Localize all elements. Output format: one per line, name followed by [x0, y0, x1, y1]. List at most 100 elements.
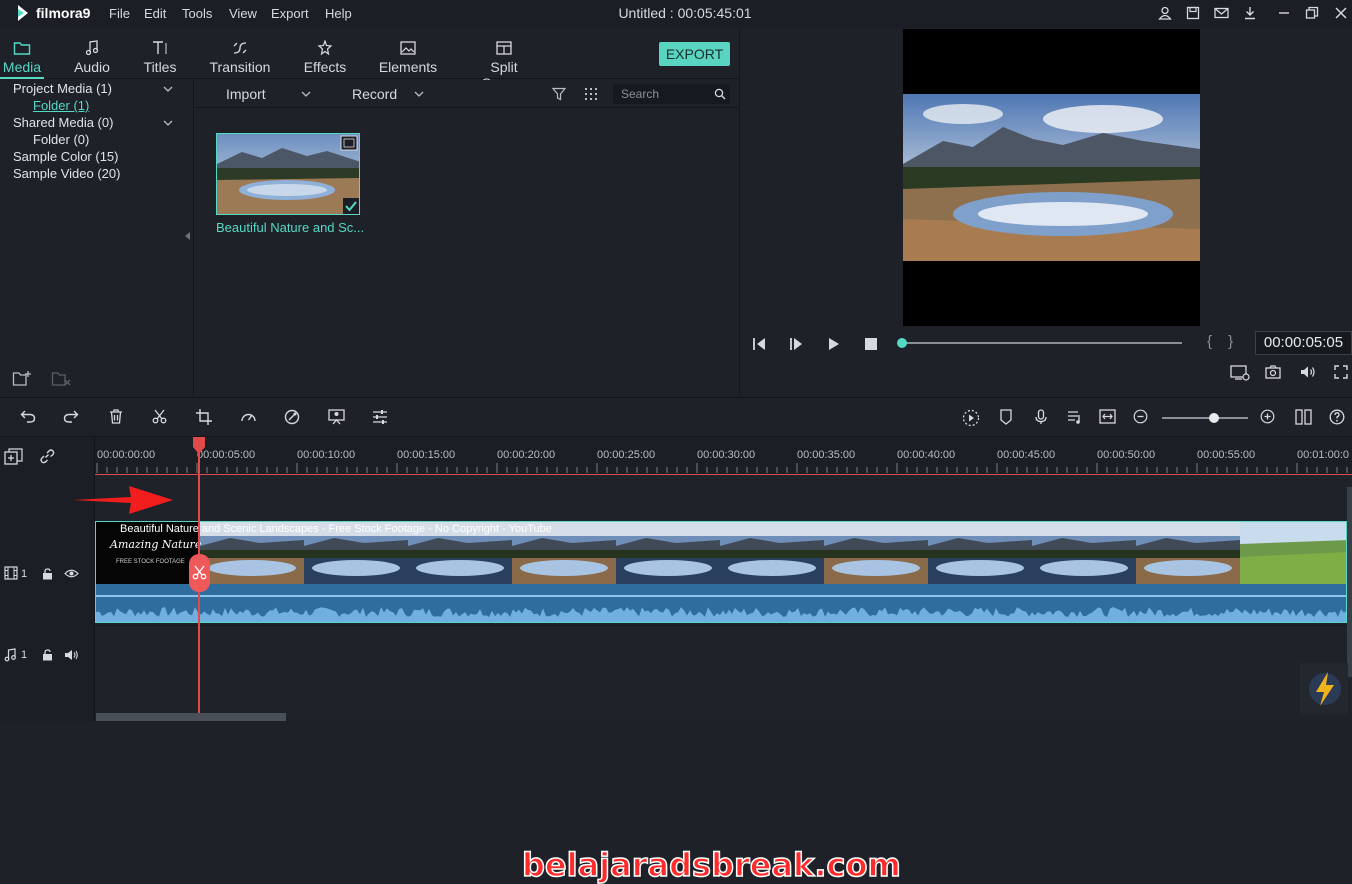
zoom-in-icon[interactable] [1260, 409, 1275, 424]
add-track-icon[interactable] [4, 448, 23, 465]
search-icon[interactable] [714, 88, 726, 100]
chevron-down-icon[interactable] [300, 90, 312, 98]
tab-split-screen[interactable]: Split Screen [468, 28, 540, 91]
delete-folder-icon[interactable] [51, 369, 71, 387]
zoom-out-icon[interactable] [1133, 409, 1148, 424]
user-icon[interactable] [1158, 6, 1172, 20]
audio-track[interactable]: belajaradsbreak.com [95, 625, 1352, 884]
tab-titles[interactable]: Titles [138, 28, 182, 79]
tab-transition[interactable]: Transition [206, 28, 274, 79]
title-t-icon [153, 41, 167, 54]
timeline-panel: 1 1 00:00:00:00 00:00:05:00 00:00:10:00 … [0, 437, 1352, 884]
speed-icon[interactable] [240, 409, 257, 424]
scissors-icon[interactable] [152, 409, 167, 424]
search-input[interactable]: Search [613, 84, 730, 104]
video-clip-title: Beautiful Nature and Scenic Landscapes -… [120, 523, 552, 535]
chevron-down-icon[interactable] [162, 119, 174, 127]
ruler-label: 00:00:55:00 [1197, 449, 1256, 461]
voiceover-mixer-icon[interactable] [1067, 409, 1083, 425]
split-scissors-button[interactable] [189, 554, 210, 592]
undo-icon[interactable] [20, 409, 36, 423]
video-track-number: 1 [21, 568, 28, 580]
media-item-caption[interactable]: Beautiful Nature and Sc... [216, 220, 364, 235]
tab-effects[interactable]: Effects [300, 28, 350, 79]
camera-snapshot-icon[interactable] [1265, 365, 1281, 379]
fit-timeline-icon[interactable] [1099, 409, 1116, 424]
zoom-slider-track[interactable] [1162, 417, 1248, 419]
ruler-label: 00:00:25:00 [597, 449, 656, 461]
render-preview-icon[interactable] [962, 409, 980, 427]
display-settings-icon[interactable] [1230, 365, 1250, 381]
restore-icon[interactable] [1305, 6, 1319, 20]
tab-elements[interactable]: Elements [378, 28, 438, 79]
tab-audio[interactable]: Audio [66, 28, 118, 79]
intro-subtitle-text: FREE STOCK FOOTAGE [116, 559, 185, 565]
tab-transition-label: Transition [209, 59, 271, 75]
link-icon[interactable] [39, 448, 55, 464]
tab-media[interactable]: Media [0, 28, 44, 79]
ruler-label: 00:00:10:00 [297, 449, 356, 461]
play-icon[interactable] [827, 337, 841, 351]
tree-sample-color[interactable]: Sample Color (15) [13, 149, 119, 164]
menu-edit[interactable]: Edit [144, 6, 166, 21]
collapse-arrow-icon[interactable] [185, 232, 191, 240]
crop-icon[interactable] [196, 409, 212, 425]
media-bin-toolbar: Import Record Search [195, 80, 738, 108]
speaker-icon[interactable] [64, 649, 79, 661]
save-icon[interactable] [1186, 6, 1200, 20]
filmora-logo-icon [18, 5, 28, 21]
marker-icon[interactable] [999, 409, 1013, 425]
menu-file[interactable]: File [109, 6, 130, 21]
download-icon[interactable] [1243, 6, 1257, 20]
ruler-label: 00:01:00:0 [1297, 449, 1349, 461]
record-dropdown[interactable]: Record [352, 86, 397, 102]
new-folder-icon[interactable] [12, 369, 32, 387]
time-ruler[interactable]: 00:00:00:00 00:00:05:00 00:00:10:00 00:0… [95, 437, 1352, 475]
media-thumbnail[interactable] [216, 133, 360, 215]
tree-shared-media[interactable]: Shared Media (0) [13, 115, 113, 130]
fullscreen-icon[interactable] [1334, 365, 1348, 379]
playback-progress-handle[interactable] [897, 338, 907, 348]
lock-icon[interactable] [42, 568, 53, 580]
eye-icon[interactable] [64, 568, 79, 579]
chevron-down-icon[interactable] [413, 90, 425, 98]
horizontal-scrollbar[interactable] [96, 713, 286, 721]
mail-icon[interactable] [1214, 6, 1229, 20]
help-icon[interactable] [1329, 409, 1345, 425]
menu-view[interactable]: View [229, 6, 257, 21]
microphone-icon[interactable] [1034, 409, 1048, 425]
close-icon[interactable] [1334, 6, 1348, 20]
chevron-down-icon[interactable] [162, 85, 174, 93]
vertical-scrollbar[interactable] [1347, 487, 1352, 677]
empty-track-area[interactable] [73, 475, 1352, 521]
menu-tools[interactable]: Tools [182, 6, 212, 21]
grid-view-icon[interactable] [584, 87, 598, 101]
audio-adjust-icon[interactable] [372, 409, 388, 425]
next-frame-icon[interactable] [789, 337, 805, 351]
filter-icon[interactable] [552, 87, 566, 101]
redo-icon[interactable] [63, 409, 79, 423]
mark-in-out-icons[interactable]: { } [1207, 333, 1239, 350]
tree-sample-video[interactable]: Sample Video (20) [13, 166, 120, 181]
tree-project-media[interactable]: Project Media (1) [13, 81, 112, 96]
preview-screen [903, 29, 1200, 326]
volume-icon[interactable] [1300, 365, 1316, 379]
zoom-slider-handle[interactable] [1209, 413, 1220, 423]
stop-icon[interactable] [864, 337, 878, 351]
color-icon[interactable] [284, 409, 300, 425]
import-dropdown[interactable]: Import [226, 86, 266, 102]
lock-icon[interactable] [42, 649, 53, 661]
minimize-icon[interactable] [1277, 6, 1291, 20]
preview-player: { } 00:00:05:05 [739, 28, 1352, 396]
export-button[interactable]: EXPORT [659, 42, 730, 66]
delete-icon[interactable] [109, 409, 123, 424]
tree-project-folder[interactable]: Folder (1) [33, 98, 89, 113]
video-clip[interactable]: Beautiful Nature and Scenic Landscapes -… [95, 521, 1347, 623]
green-screen-icon[interactable] [328, 409, 345, 425]
menu-export[interactable]: Export [271, 6, 309, 21]
playback-progress-track[interactable] [902, 342, 1182, 344]
pause-columns-icon[interactable] [1295, 409, 1312, 425]
menu-help[interactable]: Help [325, 6, 352, 21]
tree-shared-folder[interactable]: Folder (0) [33, 132, 89, 147]
previous-frame-icon[interactable] [752, 337, 768, 351]
